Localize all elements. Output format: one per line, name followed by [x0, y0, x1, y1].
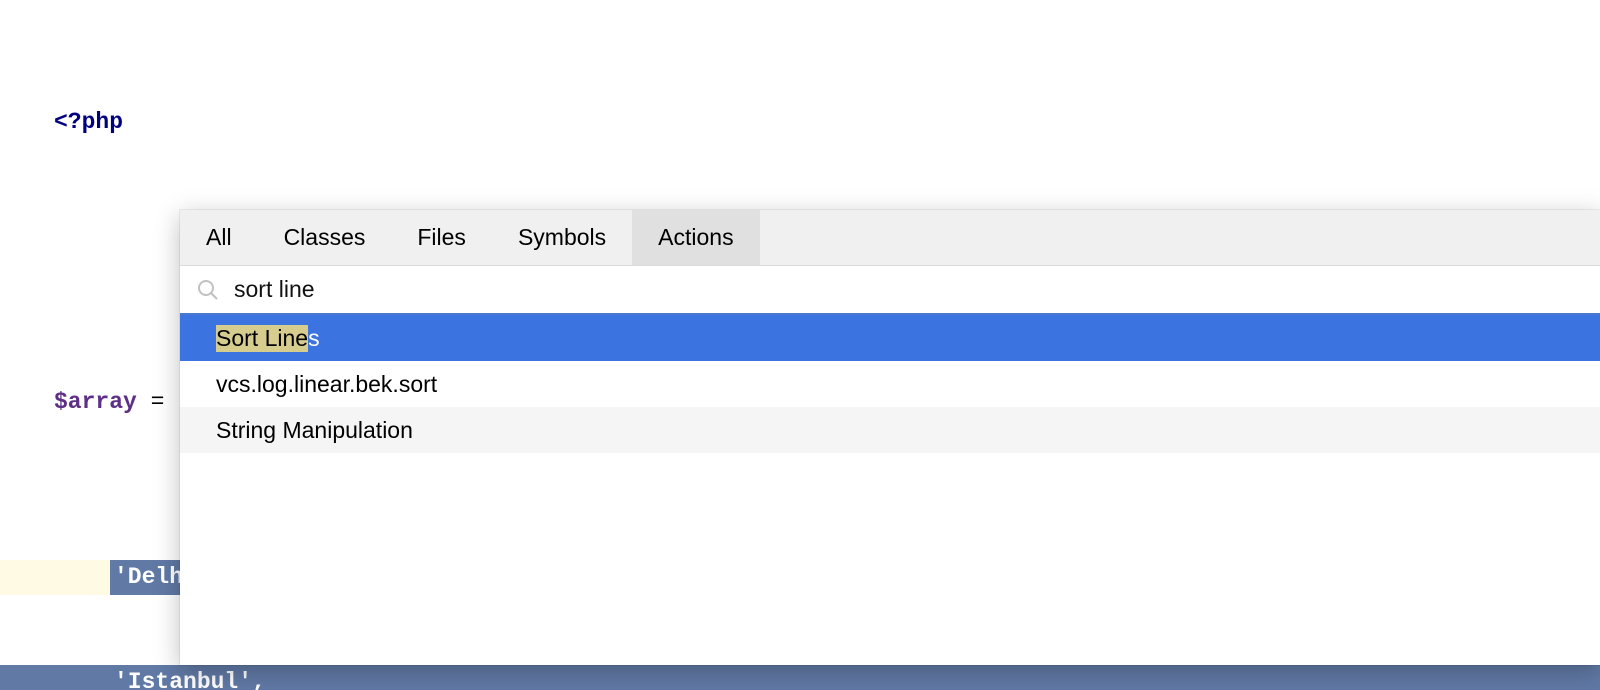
php-string: 'Istanbul', — [114, 665, 266, 690]
result-sort-lines[interactable]: Sort Lines — [180, 315, 1600, 361]
code-line: <?php — [0, 105, 1600, 140]
tab-classes[interactable]: Classes — [258, 210, 392, 265]
tab-files[interactable]: Files — [391, 210, 492, 265]
popup-tabs: All Classes Files Symbols Actions — [180, 210, 1600, 266]
result-section-string-manipulation[interactable]: String Manipulation — [180, 407, 1600, 453]
result-suffix: s — [308, 325, 320, 352]
popup-empty-area — [180, 453, 1600, 665]
result-highlight: Sort Line — [216, 325, 308, 352]
tab-all[interactable]: All — [180, 210, 258, 265]
tab-actions[interactable]: Actions — [632, 210, 759, 265]
section-label: String Manipulation — [216, 417, 413, 444]
php-open-tag: <?php — [54, 105, 123, 140]
result-label: vcs.log.linear.bek.sort — [216, 371, 437, 398]
tab-symbols[interactable]: Symbols — [492, 210, 632, 265]
results-list: Sort Lines vcs.log.linear.bek.sort Strin… — [180, 315, 1600, 453]
search-row — [180, 266, 1600, 315]
php-variable: $array — [54, 385, 137, 420]
search-icon — [196, 278, 220, 302]
result-vcs-log-sort[interactable]: vcs.log.linear.bek.sort — [180, 361, 1600, 407]
search-everywhere-popup: All Classes Files Symbols Actions Sort L… — [180, 210, 1600, 665]
code-line-selected: 'Istanbul', — [0, 665, 1600, 690]
search-input[interactable] — [234, 276, 834, 303]
